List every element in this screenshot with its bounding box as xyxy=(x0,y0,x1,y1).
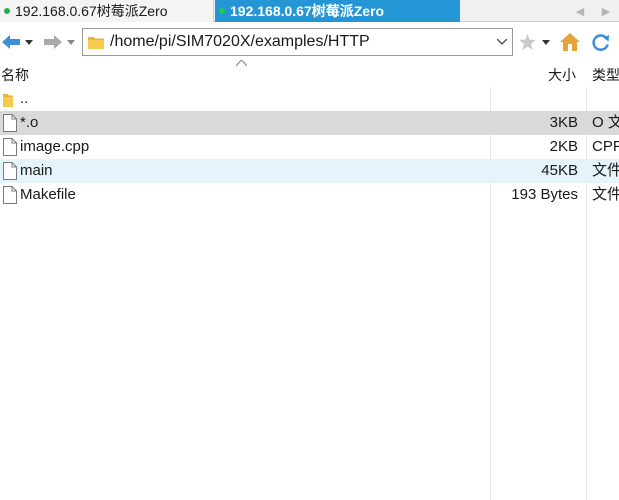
file-icon xyxy=(3,186,17,204)
file-size: 193 Bytes xyxy=(511,186,578,203)
refresh-icon[interactable] xyxy=(588,31,612,53)
file-type: O 文件 xyxy=(592,114,619,131)
tab-session-2-active[interactable]: 192.168.0.67树莓派Zero xyxy=(215,0,460,22)
file-icon xyxy=(3,162,17,180)
arrow-left-icon[interactable] xyxy=(0,32,22,52)
list-item-parent-folder[interactable]: .. xyxy=(0,87,619,111)
file-name: image.cpp xyxy=(20,138,90,155)
back-history-dropdown[interactable] xyxy=(22,32,36,52)
address-bar[interactable] xyxy=(82,28,513,56)
file-size: 45KB xyxy=(541,162,578,179)
path-input[interactable] xyxy=(110,30,492,54)
tab-scroll-left-icon[interactable]: ◀ xyxy=(570,0,590,22)
file-icon xyxy=(3,114,17,132)
folder-icon xyxy=(3,94,13,107)
connected-status-dot xyxy=(4,8,10,14)
sort-ascending-icon xyxy=(235,58,248,69)
chevron-down-icon[interactable] xyxy=(492,39,512,45)
column-header-name[interactable]: 名称 xyxy=(1,62,29,87)
list-item-file[interactable]: *.o 3KB O 文件 xyxy=(0,111,619,135)
tab-strip: 192.168.0.67树莓派Zero 192.168.0.67树莓派Zero … xyxy=(0,0,619,22)
file-type: CPP 文件 xyxy=(592,138,619,155)
file-name: Makefile xyxy=(20,186,76,203)
file-icon xyxy=(3,138,17,156)
file-size: 2KB xyxy=(549,138,578,155)
file-type: 文件 xyxy=(592,162,619,179)
file-list: .. *.o 3KB O 文件 image.cpp 2KB CPP 文件 mai… xyxy=(0,87,619,207)
column-header-size[interactable]: 大小 xyxy=(548,62,576,87)
home-icon[interactable] xyxy=(558,31,582,53)
tab-scroll-right-icon[interactable]: ▶ xyxy=(596,0,616,22)
file-name: .. xyxy=(20,90,29,107)
column-header-type[interactable]: 类型 xyxy=(592,62,619,87)
list-item-file[interactable]: image.cpp 2KB CPP 文件 xyxy=(0,135,619,159)
file-name: *.o xyxy=(20,114,39,131)
star-icon[interactable] xyxy=(516,32,538,52)
tab-session-1[interactable]: 192.168.0.67树莓派Zero xyxy=(0,0,214,22)
connected-status-dot xyxy=(219,8,225,14)
tab-label: 192.168.0.67树莓派Zero xyxy=(230,3,385,19)
folder-icon xyxy=(88,37,104,49)
file-type: 文件 xyxy=(592,186,619,203)
arrow-right-icon[interactable] xyxy=(42,32,64,52)
list-item-file[interactable]: main 45KB 文件 xyxy=(0,159,619,183)
list-item-file[interactable]: Makefile 193 Bytes 文件 xyxy=(0,183,619,207)
navigation-toolbar xyxy=(0,22,619,62)
bookmark-dropdown[interactable] xyxy=(540,32,552,52)
file-name: main xyxy=(20,162,53,179)
file-size: 3KB xyxy=(549,114,578,131)
tab-label: 192.168.0.67树莓派Zero xyxy=(15,3,168,19)
forward-history-dropdown[interactable] xyxy=(64,32,78,52)
file-list-header: 名称 大小 类型 xyxy=(0,62,619,87)
